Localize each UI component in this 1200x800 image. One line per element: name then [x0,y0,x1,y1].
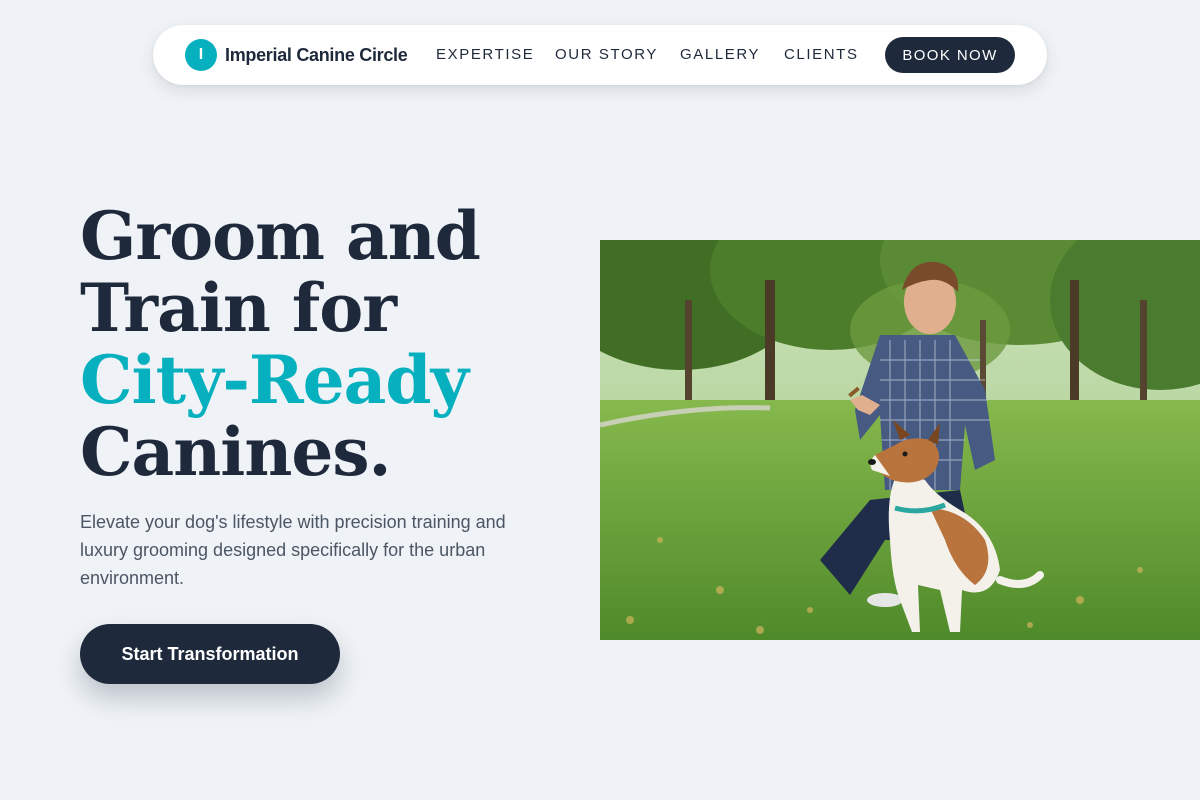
book-now-button[interactable]: BOOK NOW [885,37,1015,73]
nav-link-our-story[interactable]: OUR STORY [555,46,658,63]
headline-line-accent: City-Ready [80,341,469,419]
brand-mark-icon: I [185,39,217,71]
park-scene-illustration [600,240,1200,640]
headline-line-2: Train for [80,269,397,347]
headline-line-4: Canines. [80,413,391,491]
brand-name: Imperial Canine Circle [225,44,408,65]
nav-link-expertise[interactable]: EXPERTISE [436,46,534,63]
hero-headline: Groom and Train for City-Ready Canines. [80,200,560,488]
brand-logo[interactable]: I Imperial Canine Circle [185,39,408,71]
hero-photo [600,240,1200,640]
headline-line-1: Groom and [80,197,481,275]
nav-link-clients[interactable]: CLIENTS [784,46,859,63]
nav-link-gallery[interactable]: GALLERY [680,46,760,63]
hero-subtext: Elevate your dog's lifestyle with precis… [80,512,506,588]
start-transformation-button[interactable]: Start Transformation [80,624,340,684]
top-navbar: I Imperial Canine Circle EXPERTISE OUR S… [153,25,1047,85]
